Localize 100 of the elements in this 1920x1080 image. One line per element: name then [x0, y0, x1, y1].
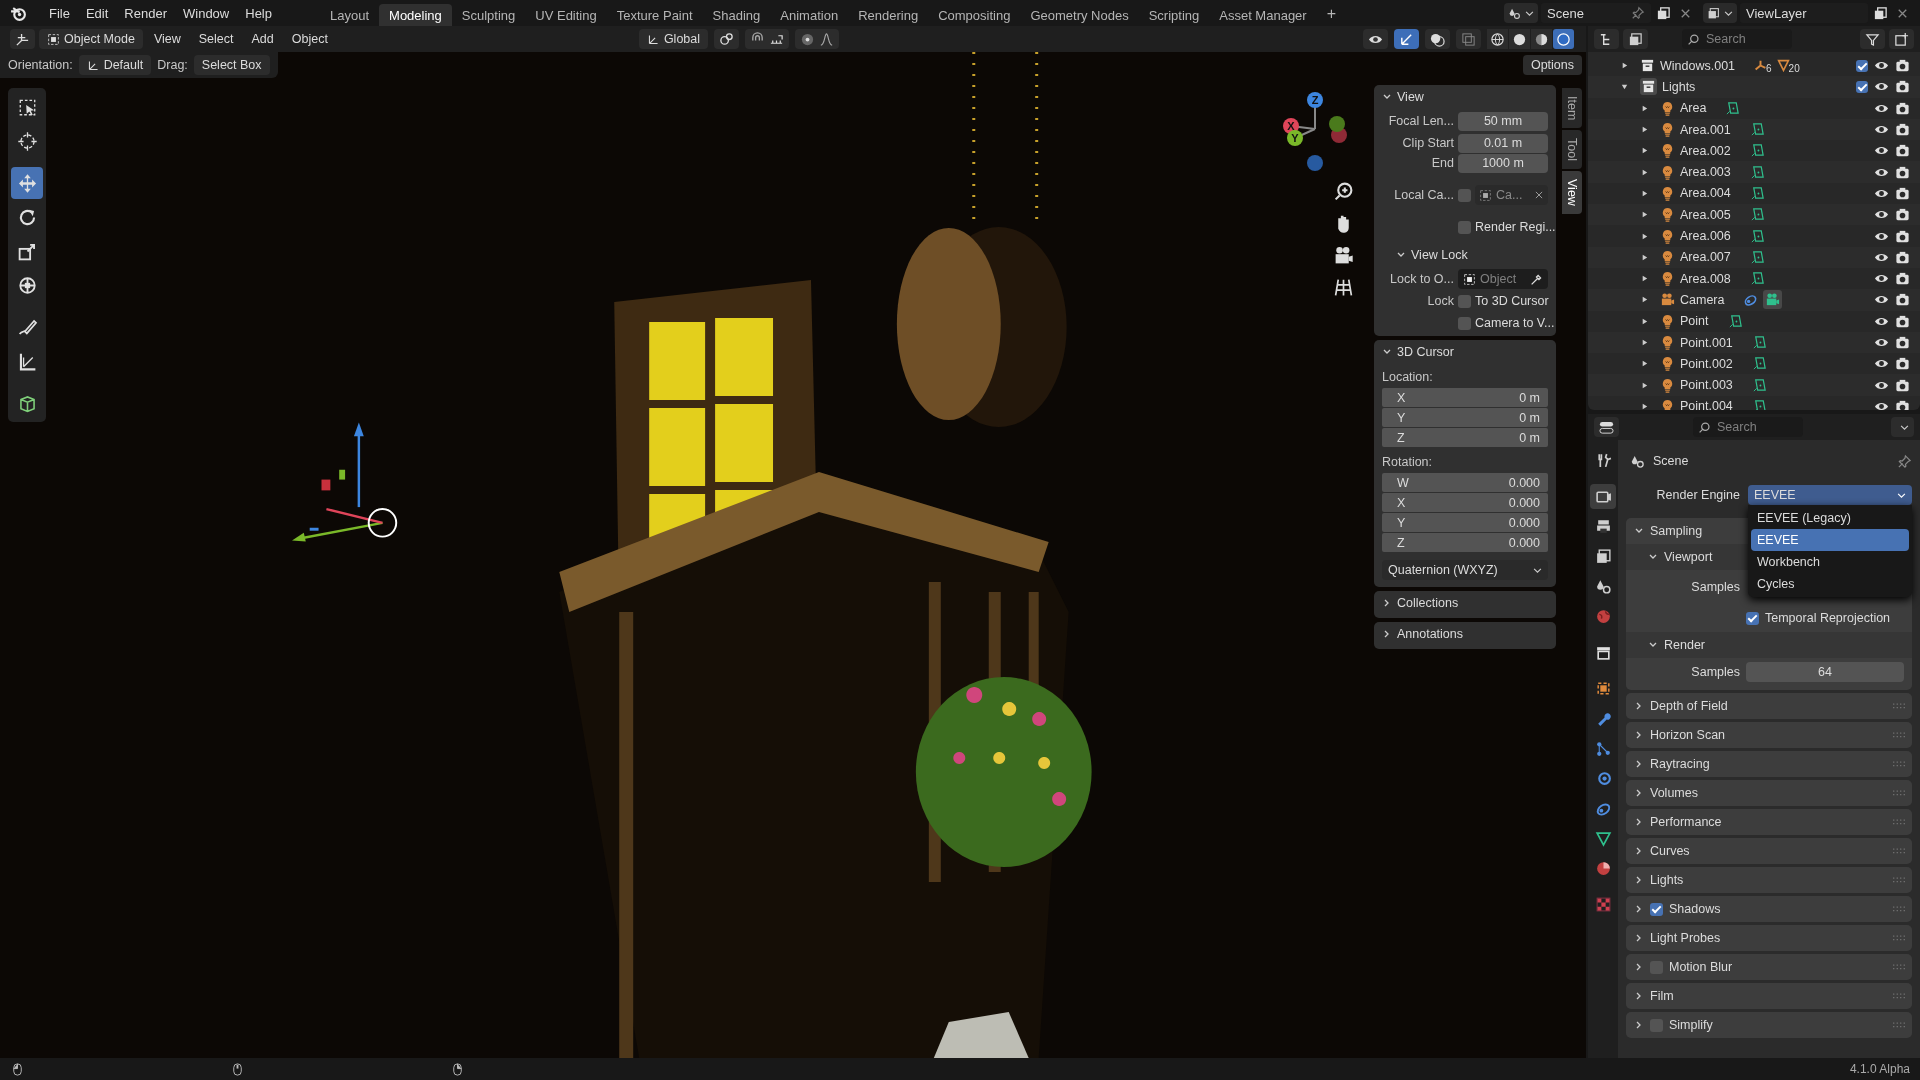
- number-field[interactable]: X 0.000: [1382, 493, 1548, 512]
- mode-dropdown[interactable]: Object Mode: [39, 29, 143, 49]
- expand-arrow-icon[interactable]: [1640, 359, 1649, 369]
- menu-item[interactable]: Window: [175, 5, 238, 21]
- number-field[interactable]: 1000 m: [1458, 153, 1548, 173]
- view-layer-selector-button[interactable]: [1703, 3, 1737, 23]
- expand-arrow-icon[interactable]: [1620, 82, 1629, 92]
- panel-header[interactable]: Motion Blur: [1626, 954, 1912, 980]
- outliner-row[interactable]: Area.002: [1588, 140, 1920, 162]
- expand-arrow-icon[interactable]: [1640, 231, 1649, 241]
- object-field[interactable]: Object: [1458, 269, 1548, 289]
- expand-arrow-icon[interactable]: [1640, 167, 1649, 177]
- workspace-tab[interactable]: Rendering: [848, 4, 929, 26]
- camera-icon[interactable]: [1895, 58, 1910, 74]
- parallelogram-icon[interactable]: [1749, 164, 1765, 180]
- shading-mode-button[interactable]: [1509, 29, 1530, 49]
- close-icon[interactable]: [1534, 190, 1544, 200]
- sidebar-tab[interactable]: Item: [1562, 88, 1582, 129]
- workspace-tab[interactable]: Asset Manager: [1209, 4, 1317, 26]
- number-field[interactable]: 64: [1746, 662, 1904, 682]
- workspace-tab[interactable]: Animation: [770, 4, 849, 26]
- drag-handle-icon[interactable]: [1892, 789, 1906, 797]
- zoom-icon[interactable]: [1333, 181, 1354, 202]
- number-field[interactable]: Y 0 m: [1382, 408, 1548, 427]
- checkbox[interactable]: [1458, 220, 1471, 234]
- proportional-edit-button[interactable]: [795, 29, 840, 49]
- shading-mode-button[interactable]: [1531, 29, 1552, 49]
- parallelogram-icon[interactable]: [1749, 122, 1765, 138]
- camera-icon[interactable]: [1895, 356, 1910, 372]
- workspace-tab[interactable]: Sculpting: [451, 4, 526, 26]
- camera-icon[interactable]: [1895, 249, 1910, 265]
- camera-icon[interactable]: [1895, 185, 1910, 201]
- panel-header[interactable]: Shadows: [1626, 896, 1912, 922]
- panel-header[interactable]: Light Probes: [1626, 925, 1912, 951]
- editor-type-button[interactable]: [1594, 417, 1619, 437]
- camera-icon[interactable]: [1895, 271, 1910, 287]
- menu-item[interactable]: Cycles: [1751, 573, 1909, 595]
- drag-handle-icon[interactable]: [1892, 992, 1906, 1000]
- panel-header[interactable]: 3D Cursor: [1374, 340, 1556, 364]
- editor-type-button[interactable]: [10, 29, 35, 49]
- snap-button[interactable]: [745, 29, 790, 49]
- outliner-row[interactable]: Area: [1588, 97, 1920, 119]
- outliner-row[interactable]: Area.003: [1588, 161, 1920, 183]
- camera-icon[interactable]: [1895, 100, 1910, 116]
- outliner-row[interactable]: Lights: [1588, 76, 1920, 98]
- gizmo-toggle[interactable]: [1394, 29, 1419, 49]
- scene-field[interactable]: Scene: [1541, 3, 1651, 23]
- panel-header[interactable]: Depth of Field: [1626, 693, 1912, 719]
- outliner-row[interactable]: Area.001: [1588, 118, 1920, 141]
- constraint-icon[interactable]: [1743, 292, 1759, 308]
- expand-arrow-icon[interactable]: [1640, 188, 1649, 198]
- expand-arrow-icon[interactable]: [1640, 103, 1649, 113]
- drag-handle-icon[interactable]: [1892, 847, 1906, 855]
- number-field[interactable]: 50 mm: [1458, 111, 1548, 131]
- panel-header[interactable]: Performance: [1626, 809, 1912, 835]
- overlay-toggle[interactable]: [1425, 29, 1450, 49]
- orientation-dropdown[interactable]: Default: [78, 55, 152, 75]
- shading-mode-button[interactable]: [1487, 29, 1508, 49]
- new-collection-button[interactable]: [1889, 29, 1914, 49]
- view-layer-field[interactable]: ViewLayer: [1740, 3, 1868, 23]
- xray-toggle[interactable]: [1456, 29, 1481, 49]
- shading-mode-button[interactable]: [1553, 29, 1574, 49]
- pin-icon[interactable]: [1897, 453, 1912, 469]
- menu-item[interactable]: Object: [284, 32, 335, 46]
- drag-handle-icon[interactable]: [1892, 760, 1906, 768]
- pin-icon[interactable]: [1631, 6, 1645, 20]
- drag-handle-icon[interactable]: [1892, 818, 1906, 826]
- options-dropdown[interactable]: Options: [1522, 55, 1582, 75]
- number-field[interactable]: 0.01 m: [1458, 133, 1548, 153]
- parallelogram-icon[interactable]: [1749, 207, 1765, 223]
- camera-icon[interactable]: [1895, 164, 1910, 180]
- panel-header[interactable]: Lights: [1626, 867, 1912, 893]
- options-dropdown[interactable]: [1891, 417, 1914, 437]
- workspace-tab[interactable]: Texture Paint: [606, 4, 703, 26]
- drag-handle-icon[interactable]: [1892, 702, 1906, 710]
- checkbox[interactable]: [1458, 294, 1471, 308]
- menu-item[interactable]: Render: [116, 5, 175, 21]
- properties-tab[interactable]: [1590, 484, 1616, 509]
- menu-item[interactable]: Workbench: [1751, 551, 1909, 573]
- expand-arrow-icon[interactable]: [1640, 274, 1649, 284]
- menu-item[interactable]: Add: [244, 32, 281, 46]
- checkbox[interactable]: [1458, 188, 1471, 202]
- movie-camera-icon[interactable]: [1333, 245, 1354, 266]
- workspace-tab[interactable]: Modeling: [379, 4, 452, 26]
- checkbox[interactable]: [1458, 316, 1471, 330]
- camera-icon[interactable]: [1895, 313, 1910, 329]
- outliner-row[interactable]: Area.008: [1588, 267, 1920, 290]
- panel-header[interactable]: Film: [1626, 983, 1912, 1009]
- parallelogram-icon[interactable]: [1725, 100, 1741, 116]
- parallelogram-icon[interactable]: [1751, 377, 1767, 393]
- workspace-tab[interactable]: UV Editing: [525, 4, 607, 26]
- drag-handle-icon[interactable]: [1892, 963, 1906, 971]
- menu-item[interactable]: EEVEE (Legacy): [1751, 507, 1909, 529]
- panel-header[interactable]: Horizon Scan: [1626, 722, 1912, 748]
- outliner-row[interactable]: Windows.001 6 20: [1588, 55, 1920, 77]
- checkbox[interactable]: [1650, 902, 1663, 916]
- menu-item[interactable]: EEVEE: [1751, 529, 1909, 551]
- sidebar-tab[interactable]: View: [1562, 171, 1582, 215]
- search-field[interactable]: Search: [1693, 417, 1803, 437]
- outliner-row[interactable]: Point.002: [1588, 353, 1920, 375]
